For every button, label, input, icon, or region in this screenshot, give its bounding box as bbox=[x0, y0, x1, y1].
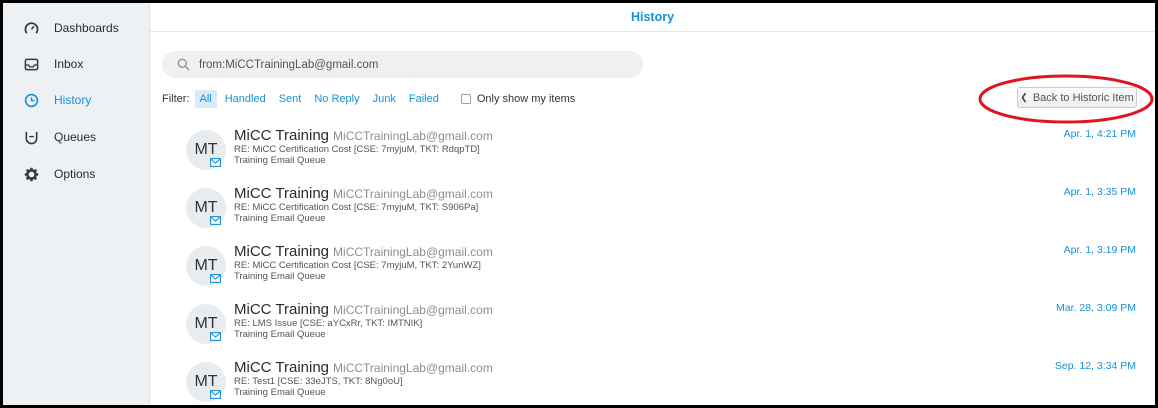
timestamp: Apr. 1, 4:21 PM bbox=[1063, 128, 1136, 140]
contact-name: MiCC Training MiCCTrainingLab@gmail.com bbox=[234, 185, 493, 202]
search-bar bbox=[162, 51, 643, 78]
history-item[interactable]: MT MiCC Training MiCCTrainingLab@gmail.co… bbox=[150, 181, 1155, 239]
queue-name: Training Email Queue bbox=[234, 387, 326, 398]
email-subject: RE: MiCC Certification Cost [CSE: 7myjuM… bbox=[234, 144, 480, 155]
sidebar-item-history[interactable]: History bbox=[3, 87, 150, 113]
email-subject: RE: MiCC Certification Cost [CSE: 7myjuM… bbox=[234, 260, 481, 271]
email-subject: RE: MiCC Certification Cost [CSE: 7myjuM… bbox=[234, 202, 479, 213]
contact-name: MiCC Training MiCCTrainingLab@gmail.com bbox=[234, 127, 493, 144]
filter-label: Filter: bbox=[162, 93, 190, 105]
timestamp: Sep. 12, 3:34 PM bbox=[1054, 360, 1136, 372]
sidebar-item-dashboards[interactable]: Dashboards bbox=[3, 15, 150, 41]
history-clock-icon bbox=[23, 92, 39, 108]
filter-handled[interactable]: Handled bbox=[220, 90, 271, 108]
app-window: Dashboards Inbox History Queues Options bbox=[3, 3, 1155, 405]
search-icon bbox=[177, 58, 190, 71]
only-my-items-checkbox[interactable] bbox=[460, 94, 471, 104]
contact-email: MiCCTrainingLab@gmail.com bbox=[333, 303, 493, 317]
inbox-tray-icon bbox=[23, 56, 39, 72]
page-title: History bbox=[630, 10, 675, 24]
sidebar-item-label: Options bbox=[54, 167, 96, 181]
queue-name: Training Email Queue bbox=[234, 271, 326, 282]
header-bar: History bbox=[150, 3, 1155, 32]
search-input[interactable] bbox=[199, 55, 629, 74]
history-item[interactable]: MT MiCC Training MiCCTrainingLab@gmail.co… bbox=[150, 355, 1155, 405]
dashboard-gauge-icon bbox=[23, 20, 39, 36]
filter-bar: Filter: All Handled Sent No Reply Junk F… bbox=[162, 89, 575, 109]
filter-junk[interactable]: Junk bbox=[368, 90, 401, 108]
sidebar-item-options[interactable]: Options bbox=[3, 161, 150, 187]
history-item[interactable]: MT MiCC Training MiCCTrainingLab@gmail.co… bbox=[150, 123, 1155, 181]
queues-icon bbox=[23, 129, 39, 145]
only-my-items-toggle[interactable]: Only show my items bbox=[460, 93, 576, 105]
contact-email: MiCCTrainingLab@gmail.com bbox=[333, 129, 493, 143]
sidebar-item-inbox[interactable]: Inbox bbox=[3, 51, 150, 77]
email-icon bbox=[210, 332, 221, 341]
gear-icon bbox=[23, 166, 39, 182]
filter-failed[interactable]: Failed bbox=[404, 90, 444, 108]
contact-name: MiCC Training MiCCTrainingLab@gmail.com bbox=[234, 243, 493, 260]
contact-name: MiCC Training MiCCTrainingLab@gmail.com bbox=[234, 359, 493, 376]
contact-email: MiCCTrainingLab@gmail.com bbox=[333, 187, 493, 201]
sidebar-item-label: Queues bbox=[54, 130, 97, 144]
queue-name: Training Email Queue bbox=[234, 213, 326, 224]
timestamp: Mar. 28, 3:09 PM bbox=[1056, 302, 1136, 314]
only-my-items-label: Only show my items bbox=[476, 93, 576, 105]
email-icon bbox=[210, 274, 221, 283]
contact-name-text: MiCC Training bbox=[234, 243, 330, 260]
contact-email: MiCCTrainingLab@gmail.com bbox=[333, 245, 493, 259]
contact-name: MiCC Training MiCCTrainingLab@gmail.com bbox=[234, 301, 493, 318]
contact-name-text: MiCC Training bbox=[234, 185, 330, 202]
sidebar-item-queues[interactable]: Queues bbox=[3, 124, 150, 150]
main-content: History Filter: All Handled Sent No Repl… bbox=[150, 3, 1155, 405]
history-list: MT MiCC Training MiCCTrainingLab@gmail.co… bbox=[150, 123, 1155, 405]
contact-name-text: MiCC Training bbox=[234, 127, 330, 144]
filter-sent[interactable]: Sent bbox=[274, 90, 307, 108]
contact-name-text: MiCC Training bbox=[234, 359, 330, 376]
timestamp: Apr. 1, 3:19 PM bbox=[1063, 244, 1136, 256]
contact-email: MiCCTrainingLab@gmail.com bbox=[333, 361, 493, 375]
email-icon bbox=[210, 390, 221, 399]
email-subject: RE: Test1 [CSE: 33eJTS, TKT: 8Ng0oU] bbox=[234, 376, 403, 387]
email-subject: RE: LMS Issue [CSE: aYCxRr, TKT: IMTNIK] bbox=[234, 318, 423, 329]
sidebar: Dashboards Inbox History Queues Options bbox=[3, 3, 150, 405]
sidebar-item-label: Dashboards bbox=[54, 21, 119, 35]
history-item[interactable]: MT MiCC Training MiCCTrainingLab@gmail.co… bbox=[150, 239, 1155, 297]
email-icon bbox=[210, 158, 221, 167]
sidebar-item-label: History bbox=[54, 93, 92, 107]
timestamp: Apr. 1, 3:35 PM bbox=[1063, 186, 1136, 198]
queue-name: Training Email Queue bbox=[234, 155, 326, 166]
sidebar-item-label: Inbox bbox=[54, 57, 84, 71]
annotation-circle bbox=[978, 74, 1154, 124]
filter-no-reply[interactable]: No Reply bbox=[309, 90, 364, 108]
queue-name: Training Email Queue bbox=[234, 329, 326, 340]
contact-name-text: MiCC Training bbox=[234, 301, 330, 318]
email-icon bbox=[210, 216, 221, 225]
filter-all[interactable]: All bbox=[194, 90, 217, 108]
history-item[interactable]: MT MiCC Training MiCCTrainingLab@gmail.co… bbox=[150, 297, 1155, 355]
